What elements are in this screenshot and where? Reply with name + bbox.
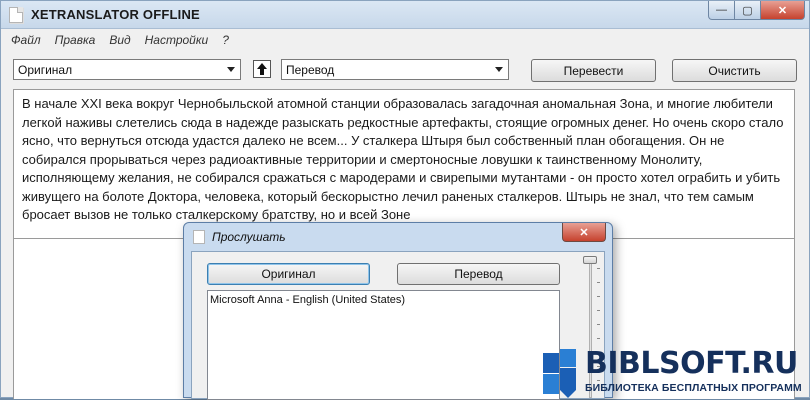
watermark: BIBLSOFT.RU БИБЛИОТЕКА БЕСПЛАТНЫХ ПРОГРА… bbox=[543, 346, 810, 398]
list-item[interactable]: Microsoft Anna - English (United States) bbox=[210, 294, 557, 306]
listen-translation-button[interactable]: Перевод bbox=[397, 263, 560, 285]
maximize-button[interactable]: ▢ bbox=[735, 1, 761, 20]
window-title: XETRANSLATOR OFFLINE bbox=[31, 7, 200, 22]
close-button[interactable]: ✕ bbox=[761, 1, 805, 20]
source-language-value: Оригинал bbox=[18, 62, 73, 77]
slider-tick bbox=[597, 282, 600, 283]
slider-handle[interactable] bbox=[583, 256, 597, 264]
minimize-button[interactable]: — bbox=[708, 1, 735, 20]
swap-languages-button[interactable] bbox=[253, 60, 271, 78]
menu-view[interactable]: Вид bbox=[109, 33, 130, 47]
dialog-close-button[interactable]: ✕ bbox=[562, 223, 606, 242]
slider-tick bbox=[597, 324, 600, 325]
watermark-title: BIBLSOFT.RU bbox=[585, 346, 798, 381]
slider-tick bbox=[597, 296, 600, 297]
menu-file[interactable]: Файл bbox=[11, 33, 41, 47]
dialog-title: Прослушать bbox=[212, 230, 286, 244]
title-bar[interactable]: XETRANSLATOR OFFLINE — ▢ ✕ bbox=[1, 1, 809, 29]
biblsoft-logo-icon bbox=[543, 349, 576, 398]
voice-list[interactable]: Microsoft Anna - English (United States) bbox=[207, 290, 560, 400]
translate-button[interactable]: Перевести bbox=[531, 59, 656, 82]
chevron-down-icon bbox=[495, 67, 503, 72]
chevron-down-icon bbox=[227, 67, 235, 72]
menu-bar: Файл Правка Вид Настройки ? bbox=[1, 30, 809, 50]
watermark-subtitle: БИБЛИОТЕКА БЕСПЛАТНЫХ ПРОГРАММ bbox=[585, 382, 802, 394]
app-document-icon bbox=[9, 7, 23, 23]
dialog-document-icon bbox=[193, 230, 205, 244]
target-language-select[interactable]: Перевод bbox=[281, 59, 509, 80]
slider-tick bbox=[597, 268, 600, 269]
swap-arrow-icon bbox=[253, 60, 271, 78]
menu-settings[interactable]: Настройки bbox=[145, 33, 209, 47]
clear-button[interactable]: Очистить bbox=[672, 59, 797, 82]
source-text-area[interactable]: В начале XXI века вокруг Чернобыльской а… bbox=[13, 89, 795, 239]
listen-original-button[interactable]: Оригинал bbox=[207, 263, 370, 285]
source-language-select[interactable]: Оригинал bbox=[13, 59, 241, 80]
window-controls: — ▢ ✕ bbox=[708, 1, 805, 21]
target-language-value: Перевод bbox=[286, 62, 335, 77]
slider-tick bbox=[597, 338, 600, 339]
slider-tick bbox=[597, 310, 600, 311]
menu-edit[interactable]: Правка bbox=[55, 33, 96, 47]
menu-help[interactable]: ? bbox=[222, 33, 229, 47]
